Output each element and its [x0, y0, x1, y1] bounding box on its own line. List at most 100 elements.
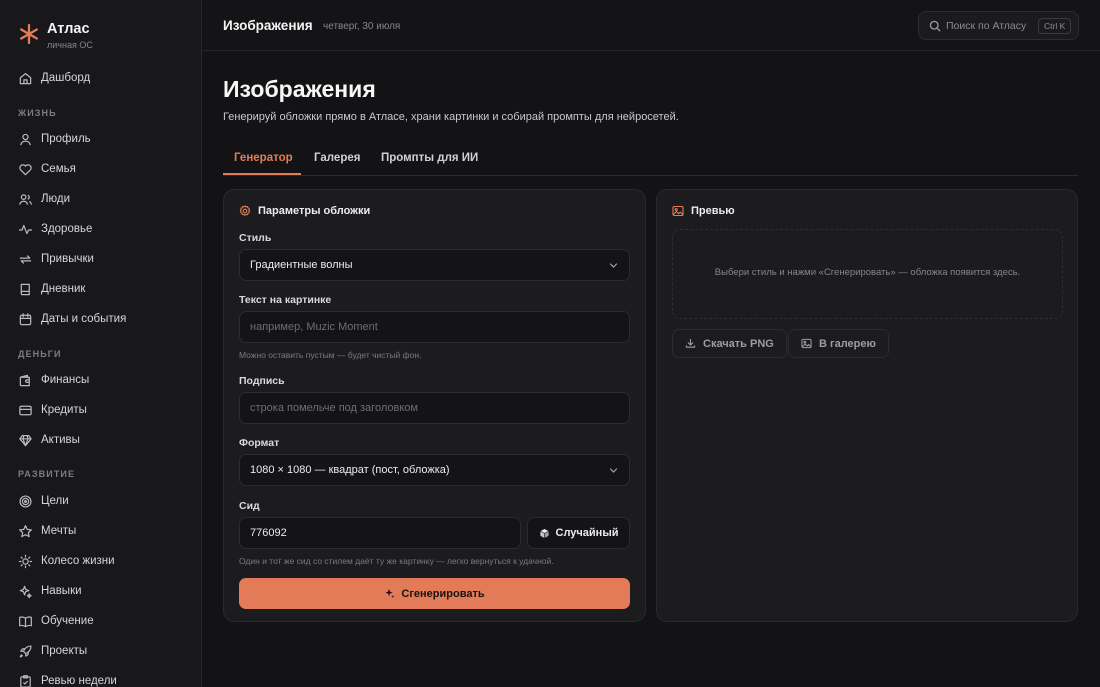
heart-icon: [19, 163, 32, 175]
image-icon: [801, 338, 812, 349]
tab-gallery[interactable]: Галерея: [314, 152, 360, 164]
params-card-header: Параметры обложки: [239, 205, 370, 217]
clipboard-icon: [20, 674, 31, 687]
sidebar-item-goals[interactable]: Цели: [18, 490, 190, 512]
page-title: Изображения: [223, 76, 376, 102]
preview-empty-text: Выбери стиль и нажми «Сгенерировать» — о…: [714, 267, 1021, 278]
sparkles-icon: [385, 588, 395, 598]
seed-input-value: 776092: [250, 527, 287, 539]
sidebar-item-health[interactable]: Здоровье: [18, 218, 190, 240]
sidebar-item-dreams[interactable]: Мечты: [18, 520, 190, 542]
sidebar-item-family[interactable]: Семья: [18, 158, 190, 180]
tab-prompts[interactable]: Промпты для ИИ: [381, 152, 478, 164]
style-select-value: Градиентные волны: [250, 259, 353, 271]
sidebar-item-habits[interactable]: Привычки: [18, 248, 190, 270]
home-icon: [19, 72, 32, 84]
format-select[interactable]: 1080 × 1080 — квадрат (пост, обложка): [239, 454, 630, 486]
sidebar-item-label: Привычки: [41, 253, 94, 265]
sidebar-section-money: ДЕНЬГИ: [18, 349, 62, 359]
sidebar-item-label: Семья: [41, 163, 76, 175]
topbar-date: четверг, 30 июля: [323, 21, 401, 32]
preview-card-title: Превью: [691, 205, 735, 217]
sidebar-item-label: Дашборд: [41, 72, 91, 84]
search-input[interactable]: Поиск по Атласу Ctrl K: [918, 11, 1079, 40]
sidebar-item-people[interactable]: Люди: [18, 188, 190, 210]
params-card: Параметры обложки Стиль Градиентные волн…: [223, 189, 646, 622]
page-subtitle: Генерируй обложки прямо в Атласе, храни …: [223, 111, 679, 123]
sidebar-item-projects[interactable]: Проекты: [18, 640, 190, 662]
search-icon: [929, 20, 941, 32]
star-icon: [19, 524, 32, 537]
sidebar-item-label: Проекты: [41, 645, 88, 657]
sidebar-item-label: Активы: [41, 434, 80, 446]
sidebar-item-label: Финансы: [41, 374, 90, 386]
format-select-value: 1080 × 1080 — квадрат (пост, обложка): [250, 464, 450, 476]
book-icon: [20, 283, 30, 295]
sidebar-item-label: Колесо жизни: [41, 555, 115, 567]
users-icon: [19, 193, 33, 205]
open-book-icon: [19, 615, 32, 627]
seed-hint: Один и тот же сид со стилем даёт ту же к…: [239, 556, 554, 566]
sidebar-item-finance[interactable]: Финансы: [18, 369, 190, 391]
sidebar-item-dashboard[interactable]: Дашборд: [18, 67, 190, 89]
search-placeholder: Поиск по Атласу: [946, 20, 1027, 32]
seed-label: Сид: [239, 500, 260, 512]
sidebar-item-learning[interactable]: Обучение: [18, 610, 190, 632]
sidebar-item-diary[interactable]: Дневник: [18, 278, 190, 300]
tab-generator[interactable]: Генератор: [234, 152, 293, 164]
sidebar-item-label: Мечты: [41, 525, 77, 537]
user-icon: [20, 133, 31, 145]
calendar-icon: [19, 312, 32, 325]
sidebar-section-life: ЖИЗНЬ: [18, 108, 57, 118]
sidebar: Атлас личная ОС Дашборд ЖИЗНЬ Профиль Се…: [0, 0, 202, 687]
text-input[interactable]: например, Muzic Moment: [239, 311, 630, 343]
preview-area: Выбери стиль и нажми «Сгенерировать» — о…: [672, 229, 1063, 319]
download-png-button[interactable]: Скачать PNG: [672, 329, 787, 358]
text-label: Текст на картинке: [239, 294, 332, 306]
generate-button[interactable]: Сгенерировать: [239, 578, 630, 609]
sidebar-item-label: Цели: [41, 495, 69, 507]
random-seed-button[interactable]: Случайный: [527, 517, 630, 549]
style-select[interactable]: Градиентные волны: [239, 249, 630, 281]
random-seed-label: Случайный: [555, 527, 619, 539]
gem-icon: [19, 434, 32, 446]
generate-label: Сгенерировать: [401, 587, 485, 600]
credit-card-icon: [19, 405, 32, 415]
text-input-placeholder: например, Muzic Moment: [250, 321, 378, 333]
tabs: Генератор Галерея Промпты для ИИ: [223, 146, 1078, 176]
target-icon: [19, 494, 32, 508]
activity-icon: [18, 224, 33, 234]
wallet-icon: [19, 374, 30, 386]
style-label: Стиль: [239, 232, 272, 244]
brand-title: Атлас: [47, 21, 90, 37]
caption-input[interactable]: строка помельче под заголовком: [239, 392, 630, 424]
sidebar-item-label: Кредиты: [41, 404, 87, 416]
brand-subtitle: личная ОС: [47, 40, 93, 50]
topbar-title: Изображения: [223, 18, 313, 33]
download-icon: [685, 338, 696, 348]
sidebar-item-dates[interactable]: Даты и события: [18, 308, 190, 330]
add-to-gallery-button[interactable]: В галерею: [788, 329, 889, 358]
gear-icon: [239, 205, 251, 216]
sidebar-item-profile[interactable]: Профиль: [18, 128, 190, 150]
sidebar-item-assets[interactable]: Активы: [18, 429, 190, 451]
topbar: Изображения четверг, 30 июля Поиск по Ат…: [202, 0, 1100, 51]
rocket-icon: [19, 644, 32, 658]
repeat-icon: [19, 254, 32, 264]
params-card-title: Параметры обложки: [258, 205, 371, 217]
sidebar-item-wheel[interactable]: Колесо жизни: [18, 550, 190, 572]
download-png-label: Скачать PNG: [703, 337, 774, 350]
sidebar-item-weekly-review[interactable]: Ревью недели: [18, 670, 190, 687]
seed-input[interactable]: 776092: [239, 517, 521, 549]
sun-icon: [18, 554, 33, 568]
dice-icon: [539, 527, 549, 539]
caption-input-placeholder: строка помельче под заголовком: [250, 402, 418, 414]
sidebar-item-label: Обучение: [41, 615, 94, 627]
sidebar-section-growth: РАЗВИТИЕ: [18, 469, 76, 479]
search-shortcut-badge: Ctrl K: [1038, 18, 1072, 34]
chevron-down-icon: [609, 263, 618, 268]
sidebar-item-credits[interactable]: Кредиты: [18, 399, 190, 421]
sidebar-item-label: Профиль: [41, 133, 91, 145]
caption-label: Подпись: [239, 375, 285, 387]
sidebar-item-skills[interactable]: Навыки: [18, 580, 190, 602]
